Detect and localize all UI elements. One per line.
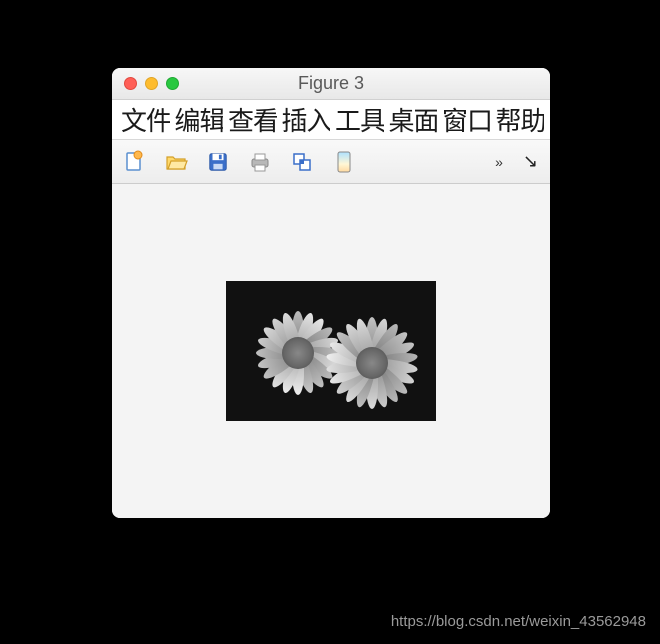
link-icon[interactable] <box>288 148 316 176</box>
menu-view[interactable]: 查看 <box>225 101 277 138</box>
save-icon[interactable] <box>204 148 232 176</box>
toolbar: » ↘ <box>112 140 550 184</box>
menu-help[interactable]: 帮助 <box>493 101 545 138</box>
device-icon[interactable] <box>330 148 358 176</box>
menu-edit[interactable]: 编辑 <box>172 101 224 138</box>
print-icon[interactable] <box>246 148 274 176</box>
minimize-icon[interactable] <box>145 77 158 90</box>
dock-icon[interactable]: ↘ <box>519 151 542 172</box>
menu-file[interactable]: 文件 <box>118 101 170 138</box>
open-file-icon[interactable] <box>162 148 190 176</box>
flower-graphic <box>326 317 418 409</box>
new-file-icon[interactable] <box>120 148 148 176</box>
watermark: https://blog.csdn.net/weixin_43562948 <box>391 613 646 630</box>
close-icon[interactable] <box>124 77 137 90</box>
figure-window: Figure 3 文件 编辑 查看 插入 工具 桌面 窗口 帮助 <box>112 68 550 518</box>
traffic-lights <box>112 77 179 90</box>
figure-image <box>226 281 436 421</box>
toolbar-overflow-icon[interactable]: » <box>493 154 505 170</box>
menubar: 文件 编辑 查看 插入 工具 桌面 窗口 帮助 <box>112 100 550 140</box>
menu-desktop[interactable]: 桌面 <box>386 101 438 138</box>
menu-insert[interactable]: 插入 <box>279 101 331 138</box>
figure-content <box>112 184 550 518</box>
menu-window[interactable]: 窗口 <box>439 101 491 138</box>
menu-tools[interactable]: 工具 <box>332 101 384 138</box>
titlebar[interactable]: Figure 3 <box>112 68 550 100</box>
maximize-icon[interactable] <box>166 77 179 90</box>
